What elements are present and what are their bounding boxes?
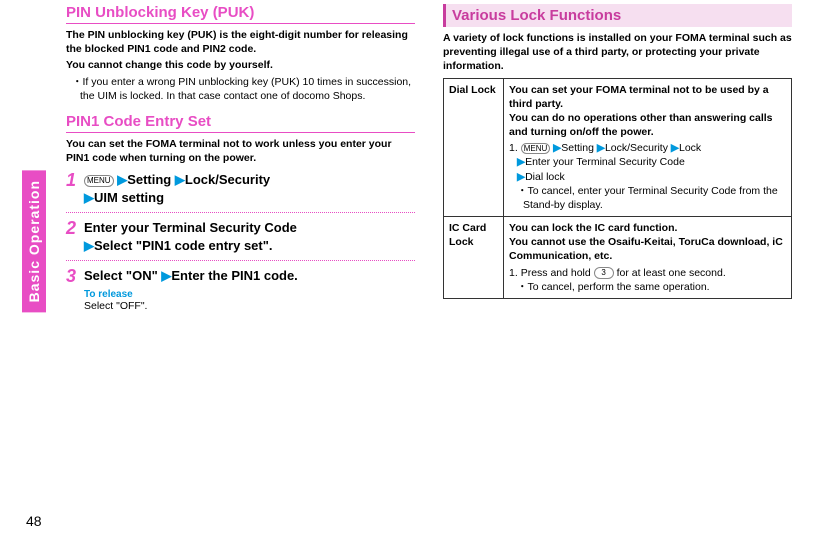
puk-desc1: The PIN unblocking key (PUK) is the eigh… — [66, 28, 415, 56]
arrow-icon: ▶ — [117, 172, 127, 187]
to-release-body: Select "OFF". — [84, 300, 415, 312]
arrow-icon: ▶ — [161, 268, 171, 283]
puk-title: PIN Unblocking Key (PUK) — [66, 4, 415, 24]
table-row: IC Card Lock You can lock the IC card fu… — [444, 217, 792, 299]
arrow-icon: ▶ — [84, 238, 94, 253]
number-key-icon: 3 — [594, 267, 614, 279]
page-number: 48 — [26, 513, 42, 529]
step-1-content: MENU ▶Setting ▶Lock/Security ▶UIM settin… — [84, 171, 415, 206]
table-row: Dial Lock You can set your FOMA terminal… — [444, 78, 792, 217]
step-2-content: Enter your Terminal Security Code ▶Selec… — [84, 219, 415, 254]
menu-key-icon: MENU — [521, 143, 551, 155]
various-lock-title: Various Lock Functions — [443, 4, 792, 27]
various-lock-intro: A variety of lock functions is installed… — [443, 31, 792, 74]
dial-lock-name: Dial Lock — [444, 78, 504, 217]
arrow-icon: ▶ — [84, 190, 94, 205]
pin1-title: PIN1 Code Entry Set — [66, 113, 415, 133]
arrow-icon: ▶ — [517, 171, 525, 183]
arrow-icon: ▶ — [175, 172, 185, 187]
puk-desc2: You cannot change this code by yourself. — [66, 58, 415, 72]
dial-lock-cell: You can set your FOMA terminal not to be… — [504, 78, 792, 217]
lock-functions-table: Dial Lock You can set your FOMA terminal… — [443, 78, 792, 299]
step-3-content: Select "ON" ▶Enter the PIN1 code. — [84, 267, 415, 285]
arrow-icon: ▶ — [597, 142, 605, 154]
side-tab: Basic Operation — [22, 170, 46, 312]
to-release-label: To release — [84, 289, 415, 300]
step-3-number: 3 — [66, 267, 84, 285]
ic-lock-name: IC Card Lock — [444, 217, 504, 299]
menu-key-icon: MENU — [84, 175, 114, 187]
step-2-number: 2 — [66, 219, 84, 254]
step-1-number: 1 — [66, 171, 84, 206]
arrow-icon: ▶ — [671, 142, 679, 154]
arrow-icon: ▶ — [517, 156, 525, 168]
pin1-desc: You can set the FOMA terminal not to wor… — [66, 137, 415, 165]
ic-lock-cell: You can lock the IC card function. You c… — [504, 217, 792, 299]
puk-bullet1: If you enter a wrong PIN unblocking key … — [80, 75, 415, 103]
